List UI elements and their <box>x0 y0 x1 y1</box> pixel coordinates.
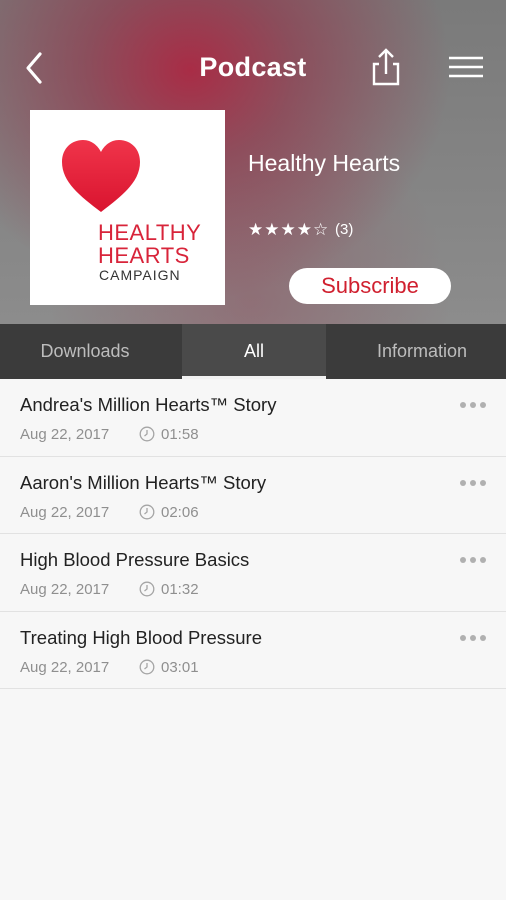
episode-duration: 01:32 <box>161 581 199 598</box>
episode-duration: 03:01 <box>161 658 199 676</box>
podcast-header: Podcast HEALTHY HEARTS CAMPAIGN Healthy … <box>0 0 506 324</box>
clock-icon <box>139 504 155 519</box>
episode-row[interactable]: Treating High Blood Pressure Aug 22, 201… <box>0 611 506 689</box>
more-options-button[interactable] <box>458 632 488 644</box>
more-options-button[interactable] <box>458 477 488 489</box>
more-options-button[interactable] <box>458 399 488 411</box>
episode-date: Aug 22, 2017 <box>20 426 110 443</box>
episode-list: Andrea's Million Hearts™ Story Aug 22, 2… <box>0 379 506 689</box>
clock-icon <box>139 426 155 442</box>
episode-row[interactable]: Aaron's Million Hearts™ Story Aug 22, 20… <box>0 456 506 534</box>
artwork-text-line3: CAMPAIGN <box>99 267 181 283</box>
tab-all[interactable]: All <box>182 324 326 379</box>
episode-title: High Blood Pressure Basics <box>20 549 250 570</box>
star-rating: ★★★★☆ <box>248 220 330 239</box>
podcast-artwork: HEALTHY HEARTS CAMPAIGN <box>30 110 225 305</box>
artwork-text-line2: HEARTS <box>98 243 190 268</box>
tab-bar: Downloads All Information <box>0 324 506 379</box>
more-options-button[interactable] <box>458 554 488 566</box>
clock-icon <box>139 659 155 674</box>
episode-title: Treating High Blood Pressure <box>20 626 262 648</box>
tab-information[interactable]: Information <box>338 324 506 379</box>
tab-downloads[interactable]: Downloads <box>0 324 170 379</box>
share-button[interactable] <box>366 46 406 88</box>
share-icon <box>372 48 400 86</box>
clock-icon <box>139 581 155 597</box>
episode-duration: 02:06 <box>161 503 199 521</box>
episode-row[interactable]: High Blood Pressure Basics Aug 22, 2017 … <box>0 534 506 612</box>
heart-icon <box>62 140 140 212</box>
episode-duration: 01:58 <box>161 426 199 443</box>
episode-date: Aug 22, 2017 <box>20 658 110 676</box>
hamburger-menu-icon <box>449 56 483 78</box>
episode-title: Aaron's Million Hearts™ Story <box>20 471 267 493</box>
menu-button[interactable] <box>446 50 486 84</box>
episode-date: Aug 22, 2017 <box>20 503 110 521</box>
subscribe-button[interactable]: Subscribe <box>289 268 451 304</box>
page-title: Podcast <box>199 52 307 82</box>
rating-count: (3) <box>335 221 354 238</box>
episode-row[interactable]: Andrea's Million Hearts™ Story Aug 22, 2… <box>0 379 506 457</box>
episode-date: Aug 22, 2017 <box>20 581 110 598</box>
episode-title: Andrea's Million Hearts™ Story <box>20 394 277 415</box>
podcast-name: Healthy Hearts <box>248 150 401 176</box>
